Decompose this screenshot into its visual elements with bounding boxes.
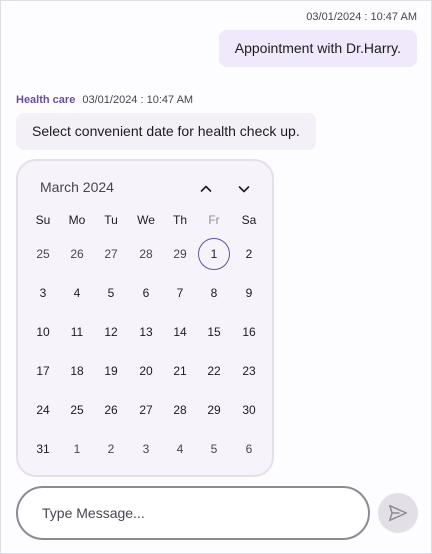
outgoing-timestamp: 03/01/2024 : 10:47 AM: [306, 11, 417, 23]
calendar-day[interactable]: 29: [198, 394, 230, 426]
weekday-label: Sa: [241, 213, 257, 227]
chevron-up-icon: [200, 185, 212, 192]
calendar-picker: March 2024 Su Mo Tu We Th Fr Sa 25 26 27 28 29 1 2 3 4…: [16, 159, 274, 477]
calendar-day[interactable]: 16: [233, 316, 265, 348]
calendar-day[interactable]: 26: [95, 394, 127, 426]
calendar-day[interactable]: 26: [61, 238, 93, 270]
calendar-day[interactable]: 28: [164, 394, 196, 426]
calendar-day[interactable]: 5: [198, 433, 230, 465]
calendar-day[interactable]: 15: [198, 316, 230, 348]
send-button[interactable]: [378, 493, 418, 533]
calendar-day[interactable]: 6: [233, 433, 265, 465]
calendar-month-title[interactable]: March 2024: [40, 179, 114, 195]
message-author: Health care: [16, 94, 76, 106]
calendar-day[interactable]: 10: [27, 316, 59, 348]
calendar-day[interactable]: 27: [130, 394, 162, 426]
calendar-day[interactable]: 11: [61, 316, 93, 348]
calendar-day[interactable]: 27: [95, 238, 127, 270]
calendar-day[interactable]: 12: [95, 316, 127, 348]
incoming-timestamp: 03/01/2024 : 10:47 AM: [82, 94, 194, 106]
message-composer: [16, 486, 370, 540]
calendar-day[interactable]: 2: [95, 433, 127, 465]
calendar-day[interactable]: 21: [164, 355, 196, 387]
calendar-day[interactable]: 31: [27, 433, 59, 465]
message-input[interactable]: [42, 488, 342, 538]
calendar-day[interactable]: 19: [95, 355, 127, 387]
calendar-day[interactable]: 1: [61, 433, 93, 465]
calendar-day[interactable]: 23: [233, 355, 265, 387]
weekday-label: Su: [35, 213, 51, 227]
calendar-day[interactable]: 18: [61, 355, 93, 387]
calendar-day[interactable]: 25: [27, 238, 59, 270]
calendar-day[interactable]: 20: [130, 355, 162, 387]
calendar-day[interactable]: 4: [164, 433, 196, 465]
calendar-day[interactable]: 9: [233, 277, 265, 309]
incoming-message-header: Health care 03/01/2024 : 10:47 AM: [16, 94, 193, 106]
calendar-next-button[interactable]: [233, 178, 255, 200]
send-icon: [389, 504, 407, 522]
incoming-message-bubble: Select convenient date for health check …: [16, 113, 316, 150]
calendar-day[interactable]: 7: [164, 277, 196, 309]
weekday-label: Mo: [68, 213, 86, 227]
calendar-day[interactable]: 24: [27, 394, 59, 426]
calendar-day[interactable]: 3: [27, 277, 59, 309]
calendar-day[interactable]: 22: [198, 355, 230, 387]
calendar-day[interactable]: 4: [61, 277, 93, 309]
calendar-day[interactable]: 25: [61, 394, 93, 426]
weekday-label: We: [137, 213, 155, 227]
calendar-day[interactable]: 3: [130, 433, 162, 465]
calendar-day[interactable]: 17: [27, 355, 59, 387]
calendar-day[interactable]: 28: [130, 238, 162, 270]
calendar-previous-button[interactable]: [195, 178, 217, 200]
calendar-day[interactable]: 30: [233, 394, 265, 426]
weekday-label: Th: [172, 213, 187, 227]
calendar-day[interactable]: 14: [164, 316, 196, 348]
calendar-day[interactable]: 8: [198, 277, 230, 309]
outgoing-message-bubble: Appointment with Dr.Harry.: [218, 30, 417, 67]
chevron-down-icon: [238, 186, 250, 193]
calendar-day[interactable]: 13: [130, 316, 162, 348]
weekday-label: Fr: [208, 213, 220, 227]
calendar-day-selected[interactable]: 1: [198, 238, 230, 270]
calendar-day[interactable]: 29: [164, 238, 196, 270]
calendar-day[interactable]: 6: [130, 277, 162, 309]
calendar-day[interactable]: 2: [233, 238, 265, 270]
calendar-day[interactable]: 5: [95, 277, 127, 309]
weekday-label: Tu: [104, 213, 118, 227]
